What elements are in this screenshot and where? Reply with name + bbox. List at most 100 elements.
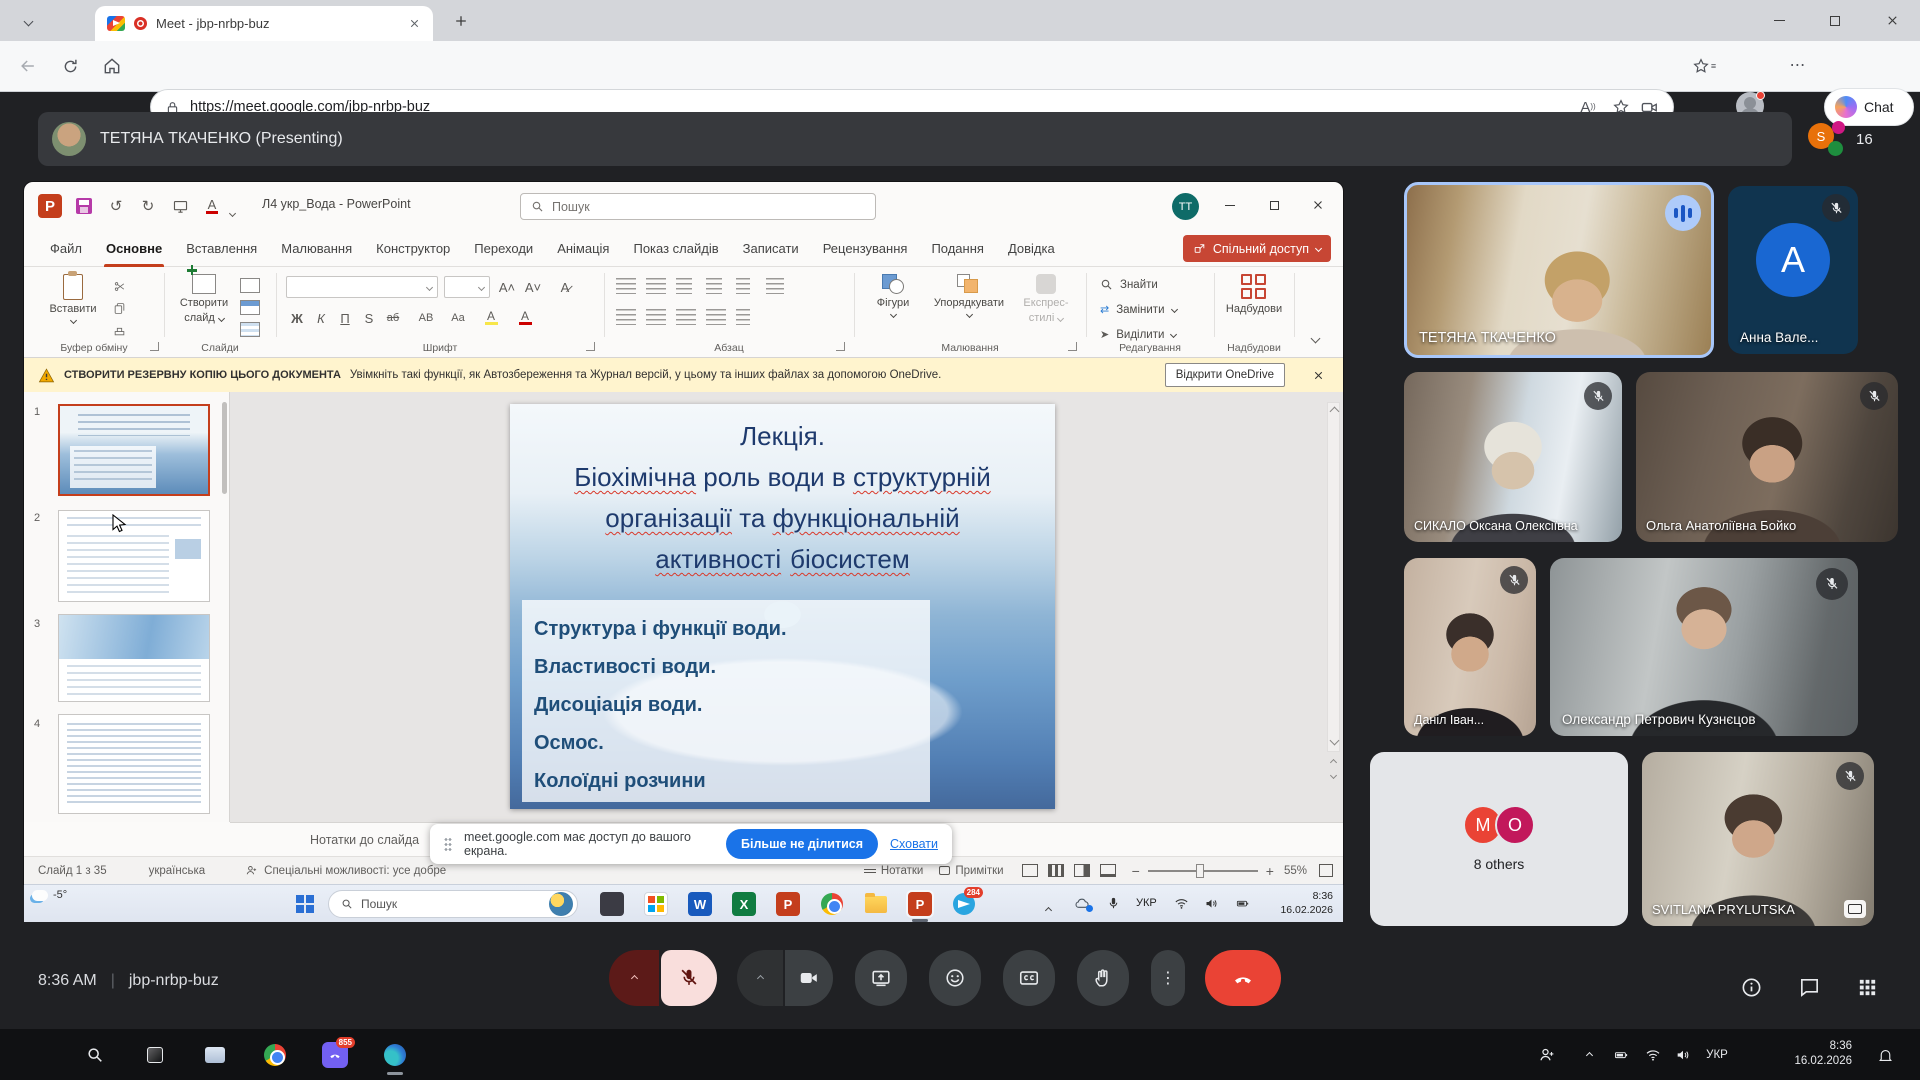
favorites-bar-icon[interactable]: ≡ xyxy=(1690,52,1718,80)
ppt-close-button[interactable] xyxy=(1296,182,1340,228)
app-icon-dark-window[interactable] xyxy=(600,892,624,916)
language-status[interactable]: українська xyxy=(149,865,206,877)
inner-mic-icon[interactable] xyxy=(1106,896,1121,911)
tab-view[interactable]: Подання xyxy=(919,230,996,267)
tray-speaker-icon[interactable] xyxy=(1670,1042,1696,1068)
zoom-slider-knob[interactable] xyxy=(1196,864,1204,878)
stop-sharing-button[interactable]: Більше не ділитися xyxy=(726,829,878,859)
columns-icon[interactable] xyxy=(736,309,750,325)
taskbar-edge-icon[interactable] xyxy=(382,1042,408,1068)
tab-help[interactable]: Довідка xyxy=(996,230,1067,267)
share-access-button[interactable]: Спільний доступ xyxy=(1183,235,1331,262)
slide-thumbnail-4[interactable] xyxy=(58,714,210,814)
tile-sykalo[interactable]: СИКАЛО Оксана Олексіївна xyxy=(1404,372,1622,542)
text-direction-icon[interactable] xyxy=(766,278,784,294)
comments-toggle[interactable]: Примітки xyxy=(939,865,1003,877)
zoom-out-icon[interactable]: − xyxy=(1132,863,1140,879)
start-button[interactable] xyxy=(20,1046,46,1072)
browser-tab[interactable]: Meet - jbp-nrbp-buz xyxy=(95,6,433,41)
present-button[interactable] xyxy=(855,950,907,1006)
thumbnail-scrollbar[interactable] xyxy=(222,402,227,494)
account-avatar[interactable]: ТТ xyxy=(1172,193,1199,220)
copy-icon[interactable] xyxy=(110,300,128,316)
tab-design[interactable]: Конструктор xyxy=(364,230,462,267)
font-color-ribbon-icon[interactable]: A xyxy=(514,307,536,329)
weather-widget[interactable]: -5° xyxy=(32,889,67,901)
tab-file[interactable]: Файл xyxy=(38,230,94,267)
shrink-font-icon[interactable]: A˅ xyxy=(522,276,544,298)
taskbar-clock[interactable]: 8:36 16.02.2026 xyxy=(1764,1039,1852,1069)
tab-record[interactable]: Записати xyxy=(731,230,811,267)
redo-icon[interactable]: ↻ xyxy=(136,194,160,218)
inner-start-button[interactable] xyxy=(296,895,314,913)
more-options-button[interactable]: ⋮ xyxy=(1151,950,1185,1006)
tab-home[interactable]: Основне xyxy=(94,230,174,267)
browser-menu-icon[interactable]: ⋯ xyxy=(1784,52,1812,80)
number-list-icon[interactable] xyxy=(646,278,666,294)
paragraph-dialog-launcher[interactable] xyxy=(836,342,845,351)
zoom-level[interactable]: 55% xyxy=(1284,865,1307,877)
task-view-icon[interactable] xyxy=(142,1042,168,1068)
justify-icon[interactable] xyxy=(706,309,726,325)
tile-others[interactable]: M O 8 others xyxy=(1370,752,1628,926)
align-center-icon[interactable] xyxy=(646,309,666,325)
slideshow-view-icon[interactable] xyxy=(1100,864,1116,877)
captions-button[interactable] xyxy=(1003,950,1055,1006)
underline-icon[interactable]: П xyxy=(334,307,356,329)
decrease-indent-icon[interactable] xyxy=(676,278,692,294)
change-case-icon[interactable]: Аа xyxy=(444,307,472,329)
line-spacing-icon[interactable] xyxy=(736,278,750,294)
slideshow-icon[interactable] xyxy=(168,194,192,218)
reload-icon[interactable] xyxy=(56,52,84,80)
inner-search-box[interactable]: Пошук xyxy=(328,890,578,918)
taskbar-chrome-icon[interactable] xyxy=(262,1042,288,1068)
tile-tetyana[interactable]: ТЕТЯНА ТКАЧЕНКО xyxy=(1404,182,1714,358)
italic-icon[interactable]: К xyxy=(310,307,332,329)
hide-notification-link[interactable]: Сховати xyxy=(890,837,938,851)
bold-icon[interactable]: Ж xyxy=(286,307,308,329)
drawing-dialog-launcher[interactable] xyxy=(1068,342,1077,351)
accessibility-status[interactable]: Спеціальні можливості: усе добре xyxy=(245,864,446,877)
zoom-in-icon[interactable]: + xyxy=(1266,863,1274,879)
app-icon-file-explorer[interactable] xyxy=(864,892,888,916)
app-icon-powerpoint[interactable]: P xyxy=(776,892,800,916)
replace-button[interactable]: ⇄Замінити xyxy=(1100,303,1177,316)
back-icon[interactable] xyxy=(14,52,42,80)
inner-clock[interactable]: 8:36 16.02.2026 xyxy=(1280,889,1333,917)
quick-access-dropdown-icon[interactable] xyxy=(230,203,235,221)
slide-sorter-icon[interactable] xyxy=(1048,864,1064,877)
meeting-details-icon[interactable] xyxy=(1740,976,1763,999)
tray-wifi-icon[interactable] xyxy=(1640,1042,1666,1068)
chat-panel-icon[interactable] xyxy=(1798,976,1821,999)
inner-language[interactable]: УКР xyxy=(1136,897,1157,909)
mic-options-button[interactable] xyxy=(609,950,659,1006)
inner-wifi-icon[interactable] xyxy=(1174,896,1189,911)
tile-olha[interactable]: Ольга Анатоліївна Бойко xyxy=(1636,372,1898,542)
shapes-button[interactable]: Фігури xyxy=(866,274,920,317)
home-icon[interactable] xyxy=(98,52,126,80)
reactions-button[interactable] xyxy=(929,950,981,1006)
slide-thumbnail-1[interactable] xyxy=(58,404,210,496)
font-size-select[interactable] xyxy=(444,276,490,298)
text-shadow-icon[interactable]: S xyxy=(358,307,380,329)
slide-layout-icon[interactable] xyxy=(240,278,260,293)
cut-icon[interactable] xyxy=(110,278,128,294)
app-icon-store[interactable] xyxy=(644,892,668,916)
addins-button[interactable]: Надбудови xyxy=(1222,274,1286,315)
activities-grid-icon[interactable] xyxy=(1856,976,1879,999)
inner-tray-chevron-icon[interactable] xyxy=(1046,900,1051,918)
undo-icon[interactable]: ↺ xyxy=(104,194,128,218)
tab-slideshow[interactable]: Показ слайдів xyxy=(621,230,730,267)
tab-review[interactable]: Рецензування xyxy=(811,230,920,267)
increase-indent-icon[interactable] xyxy=(706,278,722,294)
font-name-select[interactable] xyxy=(286,276,438,298)
normal-view-icon[interactable] xyxy=(1022,864,1038,877)
camera-toggle-button[interactable] xyxy=(785,950,833,1006)
mic-toggle-button[interactable] xyxy=(661,950,717,1006)
arrange-button[interactable]: Упорядкувати xyxy=(926,274,1012,317)
tab-search-button[interactable] xyxy=(14,9,42,33)
app-icon-files[interactable] xyxy=(202,1042,228,1068)
ppt-search-box[interactable]: Пошук xyxy=(520,193,876,220)
strikethrough-icon[interactable]: аб xyxy=(380,307,406,329)
highlight-color-icon[interactable]: A xyxy=(480,307,502,329)
